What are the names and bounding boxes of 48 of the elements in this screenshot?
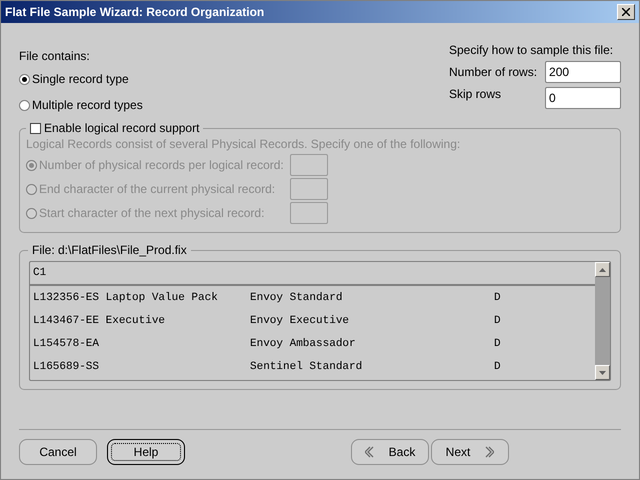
input-field[interactable] xyxy=(290,178,328,200)
column-header: C1 xyxy=(33,267,46,279)
radio-button[interactable] xyxy=(26,160,37,170)
dialog-button[interactable]: Cancel xyxy=(19,439,97,465)
close-button[interactable] xyxy=(617,4,635,20)
group-label: File contains: xyxy=(19,49,91,63)
next-button[interactable]: Next xyxy=(431,439,509,465)
table-cell-text: Envoy Ambassador xyxy=(250,338,357,350)
radio-button[interactable] xyxy=(26,208,37,218)
table-cell-text: L154578-EA xyxy=(33,338,100,350)
radio-label: Start character of the next physical record: xyxy=(39,206,264,220)
table-cell-text: Envoy Executive xyxy=(250,314,350,326)
table-cell-text: L132356-ES Laptop Value Pack xyxy=(33,292,219,304)
radio-label: Single record type xyxy=(32,72,129,86)
chevron-left-icon xyxy=(364,446,375,458)
table-cell-text: D xyxy=(494,360,502,372)
input-field[interactable] xyxy=(290,154,328,176)
field-label: Number of rows: xyxy=(449,65,538,79)
section-label: Specify how to sample this file: xyxy=(449,43,614,57)
table-cell-text: L143467-EE Executive xyxy=(33,314,166,326)
back-button[interactable]: Back xyxy=(351,439,429,465)
radio-button[interactable] xyxy=(19,100,30,110)
input-field[interactable]: 200 xyxy=(545,61,622,83)
table-cell-text: D xyxy=(494,292,502,304)
dialog-button[interactable]: Help xyxy=(107,439,185,465)
checkbox[interactable] xyxy=(30,122,41,134)
input-field[interactable]: 0 xyxy=(545,87,621,109)
table-cell-text: Envoy Standard xyxy=(250,292,344,304)
description-text: Logical Records consist of several Physical Records. Specify one of the following: xyxy=(26,137,460,151)
input-field[interactable] xyxy=(290,202,328,224)
radio-button[interactable] xyxy=(19,74,30,84)
down-arrow-icon xyxy=(599,370,606,374)
radio-label: Number of physical records per logical record: xyxy=(39,158,284,172)
scrollbar[interactable] xyxy=(595,262,610,380)
radio-label: End character of the current physical record: xyxy=(39,182,276,196)
close-icon xyxy=(622,8,630,16)
table-cell-text: Sentinel Standard xyxy=(250,360,364,372)
up-arrow-icon xyxy=(599,268,606,272)
file-path-label: File: d:\FlatFiles\File_Prod.fix xyxy=(32,243,187,257)
radio-button[interactable] xyxy=(26,184,37,194)
table-cell-text: L165689-SS xyxy=(33,360,100,372)
radio-label: Multiple record types xyxy=(32,98,143,112)
checkbox-label: Enable logical record support xyxy=(44,121,200,135)
window-title: Flat File Sample Wizard: Record Organization xyxy=(5,5,264,19)
table-cell-text: D xyxy=(494,338,502,350)
chevron-right-icon xyxy=(484,446,494,458)
field-label: Skip rows xyxy=(449,87,502,101)
table-cell-text: D xyxy=(494,314,502,326)
